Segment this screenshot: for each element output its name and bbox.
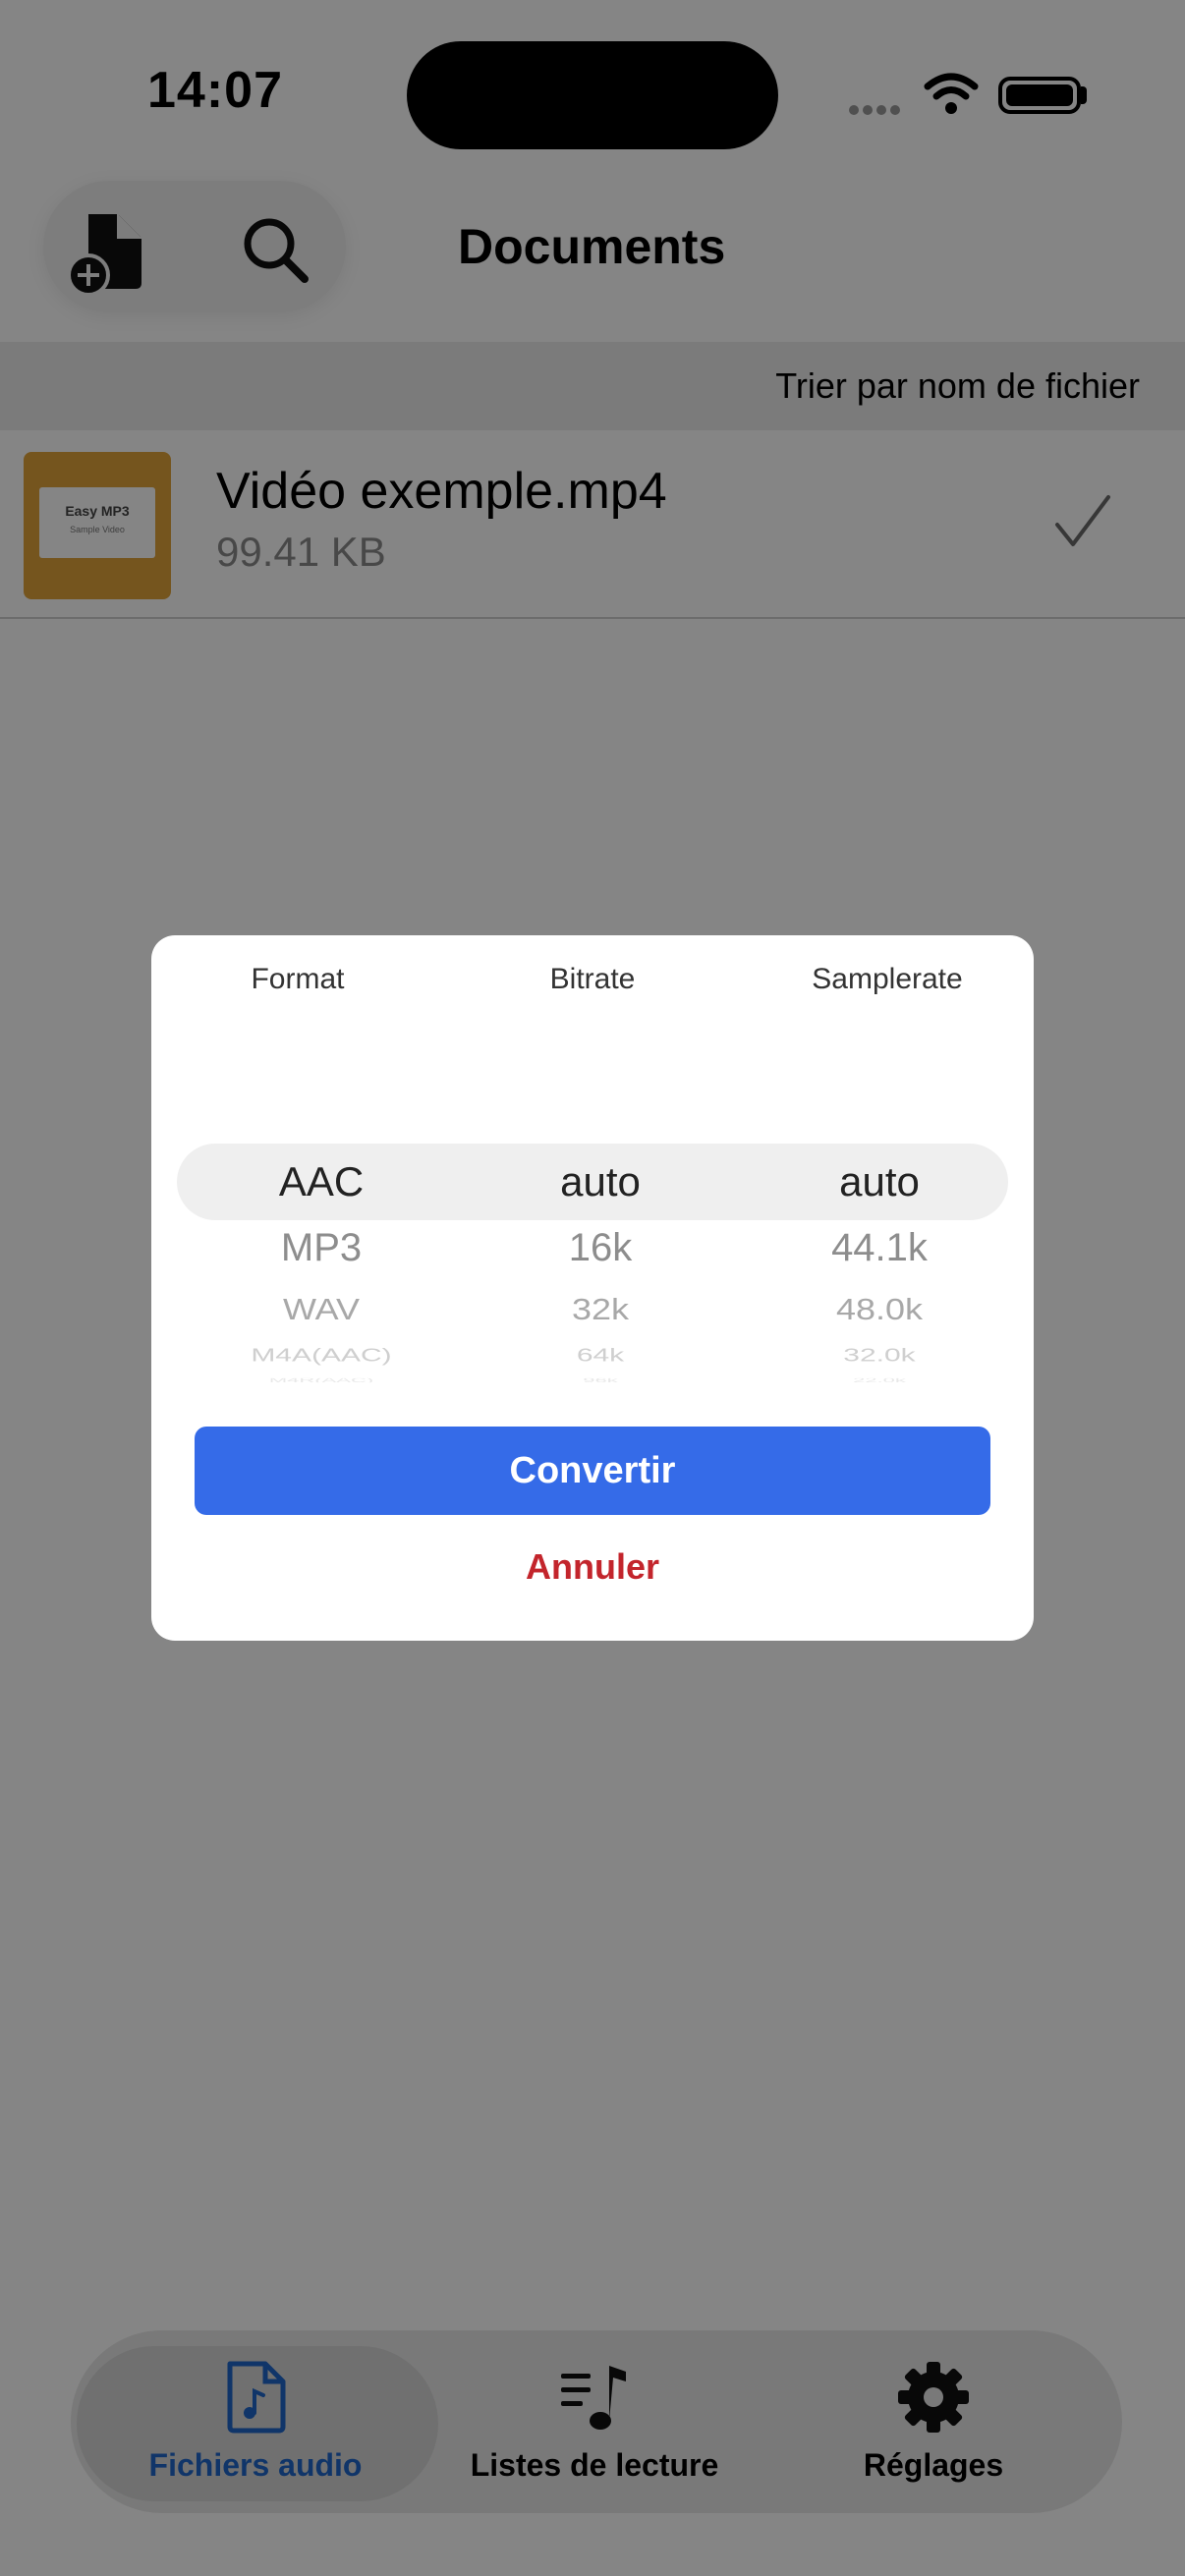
picker-option[interactable]: 64k: [462, 1345, 739, 1367]
format-column-header: Format: [251, 963, 345, 995]
picker-option[interactable]: 48.0k: [741, 1285, 1018, 1333]
samplerate-picker[interactable]: auto 44.1k 48.0k 32.0k 22.0k: [741, 1144, 1018, 1387]
picker-selected-value[interactable]: AAC: [183, 1144, 460, 1214]
picker-option[interactable]: 96k: [462, 1378, 739, 1382]
conversion-dialog: Format Bitrate Samplerate AAC MP3 WAV M4…: [151, 935, 1034, 1641]
picker-option[interactable]: 44.1k: [741, 1214, 1018, 1281]
bitrate-picker[interactable]: auto 16k 32k 64k 96k: [462, 1144, 739, 1387]
convert-button[interactable]: Convertir: [195, 1427, 990, 1515]
bitrate-column-header: Bitrate: [549, 963, 636, 995]
picker-selected-value[interactable]: auto: [462, 1144, 739, 1214]
picker-option[interactable]: 32k: [462, 1285, 739, 1333]
samplerate-column-header: Samplerate: [812, 963, 963, 995]
picker-option[interactable]: 16k: [462, 1214, 739, 1281]
cancel-button[interactable]: Annuler: [195, 1533, 990, 1601]
picker-option[interactable]: M4A(AAC): [183, 1345, 460, 1367]
picker-option[interactable]: 32.0k: [741, 1345, 1018, 1367]
picker-option[interactable]: WAV: [183, 1285, 460, 1333]
picker-option[interactable]: 22.0k: [741, 1378, 1018, 1382]
picker-selected-value[interactable]: auto: [741, 1144, 1018, 1214]
picker-option[interactable]: M4R(AAC): [183, 1378, 460, 1382]
picker-option[interactable]: MP3: [183, 1214, 460, 1281]
format-picker[interactable]: AAC MP3 WAV M4A(AAC) M4R(AAC): [183, 1144, 460, 1387]
